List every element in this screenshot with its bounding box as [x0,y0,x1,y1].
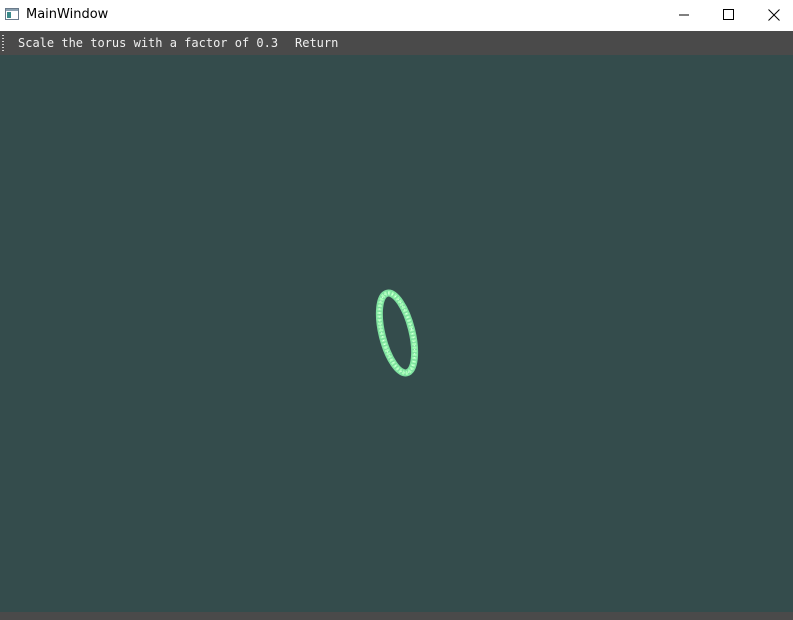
torus [375,289,419,377]
opengl-viewport[interactable] [0,55,793,612]
maximize-button[interactable] [705,0,751,31]
scale-torus-action[interactable]: Scale the torus with a factor of 0.3 [18,36,278,50]
minimize-icon [679,14,689,16]
status-bar [0,612,793,620]
minimize-button[interactable] [661,0,707,31]
maximize-icon [723,9,734,20]
close-button[interactable] [751,0,793,31]
torus-render [375,289,419,377]
toolbar: Scale the torus with a factor of 0.3 Ret… [0,31,793,55]
close-icon [768,9,780,21]
return-action[interactable]: Return [295,36,338,50]
main-window: MainWindow Scale the torus with a factor… [0,0,793,620]
window-title: MainWindow [26,7,109,22]
title-bar[interactable]: MainWindow [0,0,793,31]
toolbar-grip[interactable] [2,35,4,51]
app-window-icon [5,8,19,20]
